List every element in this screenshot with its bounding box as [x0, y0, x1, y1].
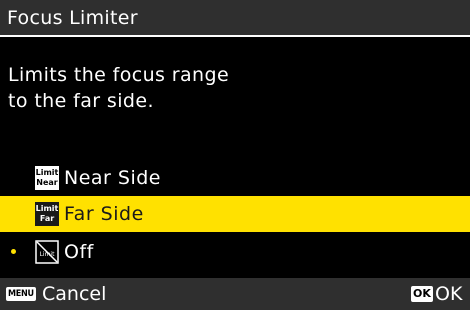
option-label: Near Side: [64, 167, 161, 189]
description: Limits the focus range to the far side.: [8, 62, 229, 114]
current-setting-indicator: [11, 249, 16, 254]
description-line-1: Limits the focus range: [8, 64, 230, 86]
limit-off-icon: Limit: [35, 240, 59, 264]
option-near-side[interactable]: Limit Near Near Side: [0, 160, 470, 196]
option-label: Far Side: [64, 203, 144, 225]
ok-button[interactable]: OK: [435, 282, 462, 306]
option-label: Off: [64, 241, 94, 263]
description-line-2: to the far side.: [8, 90, 154, 112]
limit-near-icon: Limit Near: [35, 166, 59, 190]
ok-key-icon: OK: [411, 286, 433, 302]
limit-far-icon: Limit Far: [35, 202, 59, 226]
cancel-button[interactable]: Cancel: [42, 282, 106, 306]
menu-key-icon: MENU: [6, 287, 36, 301]
footer-bar: MENU Cancel OK OK: [0, 278, 470, 310]
option-far-side[interactable]: Limit Far Far Side: [0, 196, 470, 232]
title-bar: Focus Limiter: [0, 0, 470, 37]
option-off[interactable]: Limit Off: [0, 234, 470, 270]
page-title: Focus Limiter: [7, 7, 138, 29]
